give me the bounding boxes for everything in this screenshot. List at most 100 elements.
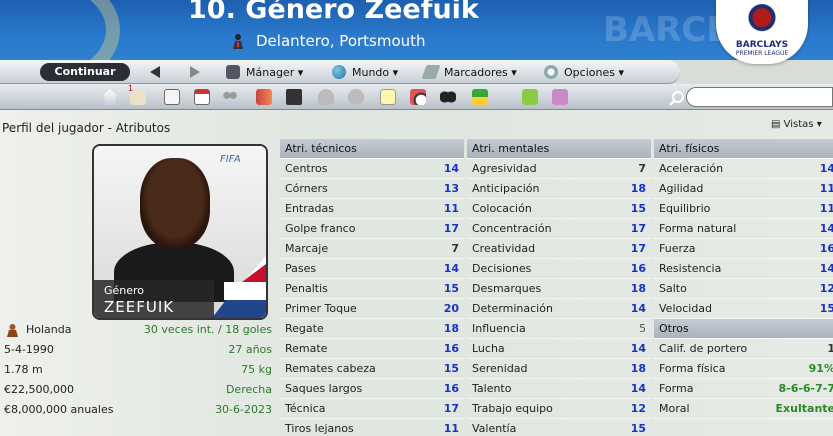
attribute-row: Fuerza 16 — [654, 239, 833, 259]
info-row: €22,500,000 Derecha — [0, 380, 276, 400]
attribute-value: 17 — [443, 222, 459, 235]
menu-manager[interactable]: Mánager ▾ — [226, 65, 303, 79]
menu-label: Marcadores — [444, 66, 508, 79]
attribute-name: Equilibrio — [659, 202, 711, 215]
attribute-name: Talento — [472, 382, 512, 395]
attribute-row: Agresividad 7 — [467, 159, 651, 179]
position-club: Delantero, Portsmouth — [256, 32, 426, 50]
attribute-value: 14 — [819, 262, 833, 275]
attribute-row: Talento 14 — [467, 379, 651, 399]
attribute-value: 11 — [443, 422, 459, 435]
trophy-icon[interactable] — [318, 89, 334, 105]
attribute-value: 11 — [819, 202, 833, 215]
info-value: 27 años — [228, 343, 272, 356]
attribute-value: 14 — [443, 162, 459, 175]
attribute-row: Córners 13 — [280, 179, 464, 199]
menu-scores[interactable]: Marcadores ▾ — [421, 65, 517, 79]
attribute-row: Golpe franco 17 — [280, 219, 464, 239]
info-label: 5-4-1990 — [4, 343, 54, 356]
home-icon[interactable] — [102, 89, 118, 105]
scout-icon[interactable] — [440, 89, 456, 105]
attribute-name: Influencia — [472, 322, 526, 335]
attribute-row: Decisiones 16 — [467, 259, 651, 279]
attribute-name: Remate — [285, 342, 328, 355]
finances-icon[interactable] — [472, 89, 488, 105]
notes-icon[interactable] — [380, 89, 396, 105]
breadcrumb: Perfil del jugador - Atributos — [2, 121, 171, 135]
attribute-value: 16 — [630, 262, 646, 275]
attribute-value: 20 — [443, 302, 459, 315]
physical-header: Atri. físicos — [654, 139, 833, 159]
club-crest-watermark — [0, 0, 120, 60]
scores-icon — [421, 65, 441, 79]
views-menu[interactable]: ▤ Vistas ▾ — [771, 119, 822, 130]
league-subname: PREMIER LEAGUE — [735, 50, 789, 57]
attribute-row: Técnica 17 — [280, 399, 464, 419]
attribute-row: Aceleración 14 — [654, 159, 833, 179]
attribute-row: Tiros lejanos 11 — [280, 419, 464, 436]
attribute-value: 11 — [819, 182, 833, 195]
search-icon — [669, 91, 684, 106]
attribute-value: 18 — [630, 182, 646, 195]
info-value: 75 kg — [241, 363, 272, 376]
attribute-value: 18 — [630, 362, 646, 375]
attribute-row: Colocación 15 — [467, 199, 651, 219]
squad-icon[interactable] — [222, 89, 238, 105]
attribute-row: Calif. de portero 1 — [654, 339, 833, 359]
attribute-name: Penaltis — [285, 282, 328, 295]
header-banner: BARCLAYS 10. Género Zeefuik Delantero, P… — [0, 0, 833, 60]
attribute-name: Córners — [285, 182, 328, 195]
attribute-row: Marcaje 7 — [280, 239, 464, 259]
attribute-value: 14 — [630, 302, 646, 315]
attribute-name: Fuerza — [659, 242, 696, 255]
forward-arrow-icon[interactable] — [190, 66, 200, 78]
game-logo-icon: FIFA — [220, 154, 241, 165]
player-subtitle: Delantero, Portsmouth — [232, 32, 426, 50]
card-name-label: Género ZEEFUIK — [94, 280, 214, 318]
transfers-icon[interactable] — [256, 89, 272, 105]
news-icon[interactable] — [164, 89, 180, 105]
attribute-row: Valentía 15 — [467, 419, 651, 436]
attribute-name: Centros — [285, 162, 328, 175]
attribute-row: Influencia 5 — [467, 319, 651, 339]
attribute-row: Salto 12 — [654, 279, 833, 299]
menu-label: Mánager — [246, 66, 295, 79]
page-title: 10. Género Zeefuik — [188, 0, 479, 25]
player-face — [140, 158, 210, 248]
menu-world[interactable]: Mundo ▾ — [332, 65, 398, 79]
attribute-row: Resistencia 14 — [654, 259, 833, 279]
technical-column: Atri. técnicos Centros 14 Córners 13 Entrada… — [280, 139, 464, 436]
attribute-name: Colocación — [472, 202, 532, 215]
attribute-row: Penaltis 15 — [280, 279, 464, 299]
unknown-icon[interactable] — [552, 89, 568, 105]
mental-column: Atri. mentales Agresividad 7 Anticipación 1… — [467, 139, 651, 436]
attribute-name: Golpe franco — [285, 222, 356, 235]
attribute-name: Forma natural — [659, 222, 737, 235]
attribute-value: 18 — [443, 322, 459, 335]
info-row: €8,000,000 anuales 30-6-2023 — [0, 400, 276, 420]
attribute-name: Entradas — [285, 202, 334, 215]
back-arrow-icon[interactable] — [150, 66, 160, 78]
attribute-value: 11 — [443, 202, 459, 215]
staff-icon[interactable] — [348, 89, 364, 105]
attribute-name: Decisiones — [472, 262, 532, 275]
menu-options[interactable]: Opciones ▾ — [544, 65, 624, 79]
attribute-name: Forma física — [659, 362, 726, 375]
info-value: 30-6-2023 — [215, 403, 272, 416]
attribute-value: 17 — [630, 242, 646, 255]
calendar-icon[interactable] — [194, 89, 210, 105]
info-label: €8,000,000 anuales — [4, 403, 114, 416]
attribute-name: Forma — [659, 382, 694, 395]
attribute-row: Lucha 14 — [467, 339, 651, 359]
continue-button[interactable]: Continuar — [40, 63, 130, 81]
match-icon[interactable] — [410, 89, 426, 105]
card-first-name: Género — [104, 284, 145, 297]
manager-icon — [226, 65, 240, 79]
search-input[interactable] — [669, 87, 833, 107]
attribute-row: Velocidad 15 — [654, 299, 833, 319]
help-icon[interactable] — [522, 89, 538, 105]
info-label: Holanda — [26, 323, 72, 336]
attribute-value: 16 — [443, 382, 459, 395]
tactics-icon[interactable] — [286, 89, 302, 105]
attribute-value: 8-6-6-7-7 — [778, 382, 833, 395]
